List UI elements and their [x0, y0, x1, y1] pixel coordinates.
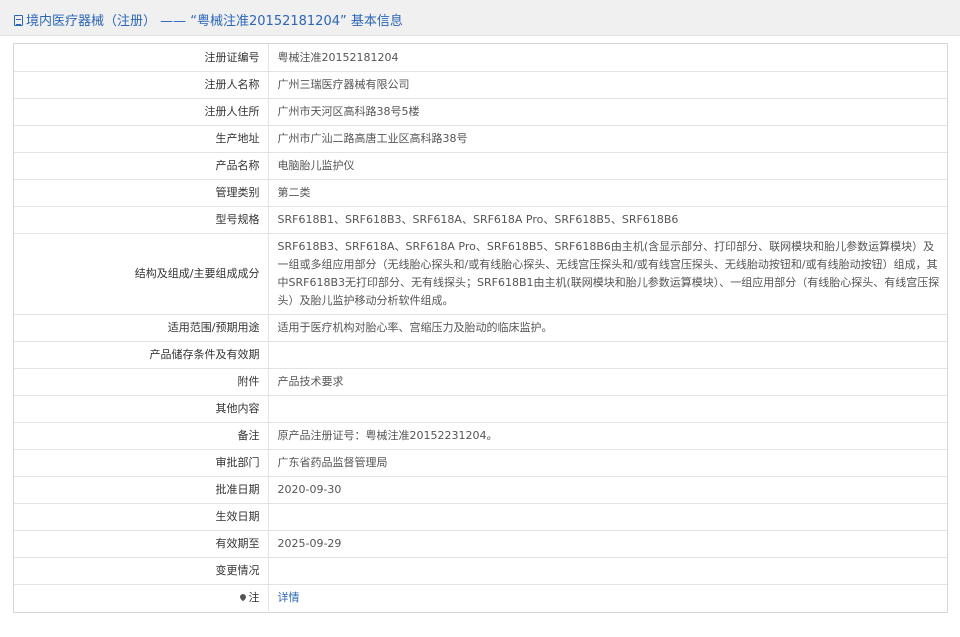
- row-label: 变更情况: [14, 557, 269, 585]
- table-row: 生产地址 广州市广汕二路高唐工业区高科路38号: [14, 125, 947, 153]
- map-pin-icon: [238, 593, 247, 602]
- table-row: 生效日期: [14, 503, 947, 531]
- row-value: 广东省药品监督管理局: [268, 449, 947, 477]
- table-row: 审批部门 广东省药品监督管理局: [14, 449, 947, 477]
- row-value: 广州市广汕二路高唐工业区高科路38号: [268, 125, 947, 153]
- info-table: 注册证编号 粤械注准20152181204 注册人名称 广州三瑞医疗器械有限公司…: [14, 44, 947, 611]
- table-row: 适用范围/预期用途 适用于医疗机构对胎心率、宫缩压力及胎动的临床监护。: [14, 314, 947, 342]
- header-title-wrap: 境内医疗器械（注册） —— “粤械注准20152181204” 基本信息: [14, 10, 403, 29]
- row-label: 管理类别: [14, 179, 269, 207]
- table-row: 结构及组成/主要组成成分 SRF618B3、SRF618A、SRF618A Pr…: [14, 233, 947, 315]
- note-value-cell: 详情: [268, 584, 947, 611]
- row-value: 产品技术要求: [268, 368, 947, 396]
- note-label-cell: 注: [14, 584, 269, 611]
- page-header: 境内医疗器械（注册） —— “粤械注准20152181204” 基本信息: [0, 0, 960, 36]
- row-value: [268, 503, 947, 531]
- row-label: 注册人住所: [14, 98, 269, 126]
- table-row: 管理类别 第二类: [14, 179, 947, 207]
- table-row: 产品储存条件及有效期: [14, 341, 947, 369]
- row-label: 产品名称: [14, 152, 269, 180]
- row-value: SRF618B3、SRF618A、SRF618A Pro、SRF618B5、SR…: [268, 233, 947, 315]
- note-row: 注 详情: [14, 584, 947, 611]
- row-label: 生效日期: [14, 503, 269, 531]
- row-value: [268, 395, 947, 423]
- row-value: 适用于医疗机构对胎心率、宫缩压力及胎动的临床监护。: [268, 314, 947, 342]
- row-label: 有效期至: [14, 530, 269, 558]
- page-title: 境内医疗器械（注册） —— “粤械注准20152181204” 基本信息: [26, 14, 403, 29]
- row-label: 产品储存条件及有效期: [14, 341, 269, 369]
- row-value: [268, 341, 947, 369]
- details-link[interactable]: 详情: [278, 591, 300, 604]
- row-label: 适用范围/预期用途: [14, 314, 269, 342]
- table-row: 注册人住所 广州市天河区高科路38号5楼: [14, 98, 947, 126]
- table-row: 有效期至 2025-09-29: [14, 530, 947, 558]
- row-value: SRF618B1、SRF618B3、SRF618A、SRF618A Pro、SR…: [268, 206, 947, 234]
- info-table-container: 注册证编号 粤械注准20152181204 注册人名称 广州三瑞医疗器械有限公司…: [13, 43, 948, 613]
- table-row: 产品名称 电脑胎儿监护仪: [14, 152, 947, 180]
- table-row: 备注 原产品注册证号：粤械注准20152231204。: [14, 422, 947, 450]
- table-row: 注册证编号 粤械注准20152181204: [14, 44, 947, 72]
- row-value: [268, 557, 947, 585]
- row-value: 广州三瑞医疗器械有限公司: [268, 71, 947, 99]
- document-icon: [14, 15, 23, 26]
- row-label: 审批部门: [14, 449, 269, 477]
- row-value: 粤械注准20152181204: [268, 44, 947, 72]
- row-value: 电脑胎儿监护仪: [268, 152, 947, 180]
- row-value: 广州市天河区高科路38号5楼: [268, 98, 947, 126]
- table-row: 型号规格 SRF618B1、SRF618B3、SRF618A、SRF618A P…: [14, 206, 947, 234]
- row-label: 注册证编号: [14, 44, 269, 72]
- table-row: 变更情况: [14, 557, 947, 585]
- row-label: 批准日期: [14, 476, 269, 504]
- row-value: 第二类: [268, 179, 947, 207]
- row-label: 生产地址: [14, 125, 269, 153]
- row-value: 2020-09-30: [268, 476, 947, 504]
- row-label: 结构及组成/主要组成成分: [14, 233, 269, 315]
- table-row: 其他内容: [14, 395, 947, 423]
- row-label: 注册人名称: [14, 71, 269, 99]
- row-value: 2025-09-29: [268, 530, 947, 558]
- row-label: 附件: [14, 368, 269, 396]
- table-row: 批准日期 2020-09-30: [14, 476, 947, 504]
- table-row: 附件 产品技术要求: [14, 368, 947, 396]
- row-value: 原产品注册证号：粤械注准20152231204。: [268, 422, 947, 450]
- table-row: 注册人名称 广州三瑞医疗器械有限公司: [14, 71, 947, 99]
- row-label: 备注: [14, 422, 269, 450]
- note-label: 注: [248, 591, 260, 605]
- row-label: 型号规格: [14, 206, 269, 234]
- row-label: 其他内容: [14, 395, 269, 423]
